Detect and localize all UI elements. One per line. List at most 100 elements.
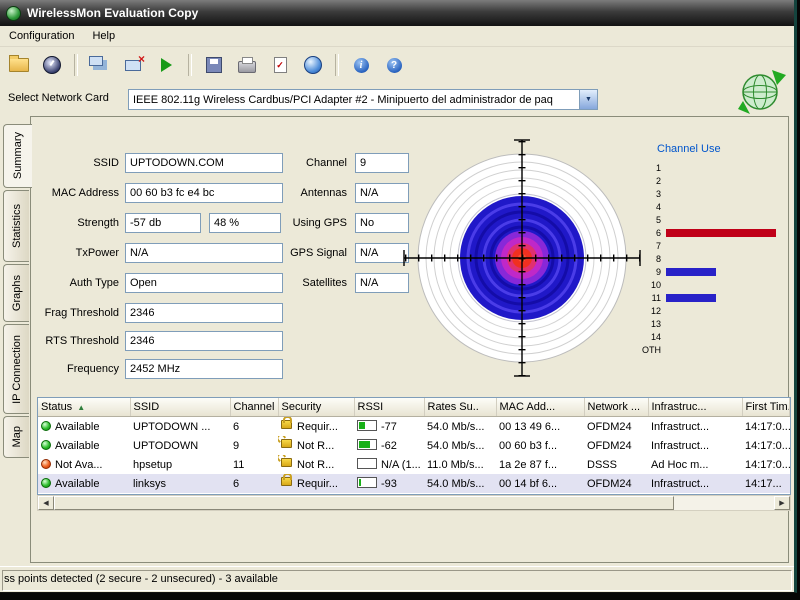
tab-summary[interactable]: Summary — [3, 124, 32, 188]
titlebar[interactable]: WirelessMon Evaluation Copy — [0, 0, 794, 26]
channel-use-title: Channel Use — [657, 143, 721, 155]
network-card-select[interactable]: IEEE 802.11g Wireless Cardbus/PCI Adapte… — [128, 89, 598, 110]
txpower-value[interactable]: N/A — [125, 243, 283, 263]
help-button[interactable] — [380, 51, 408, 79]
toolbar-separator — [188, 54, 192, 76]
info-icon — [354, 58, 369, 73]
reload-adapters-button[interactable] — [86, 51, 114, 79]
tab-label: Statistics — [11, 204, 23, 248]
column-header-status[interactable]: Status — [38, 398, 130, 417]
lock-open-icon — [281, 458, 292, 467]
sort-ascending-icon — [72, 401, 85, 413]
rssi-text: N/A (1... — [381, 459, 421, 471]
network-type-cell: OFDM24 — [584, 436, 648, 455]
status-led-icon — [41, 459, 51, 469]
rssi-text: -62 — [381, 440, 397, 452]
open-file-button[interactable] — [5, 51, 33, 79]
channel-number: 5 — [639, 215, 661, 225]
table-horizontal-scrollbar[interactable] — [37, 495, 791, 511]
channel-row: 5 — [639, 213, 776, 226]
ssid-cell: hpsetup — [130, 455, 230, 474]
rates-cell: 11.0 Mb/s... — [424, 455, 496, 474]
column-header-channel[interactable]: Channel — [230, 398, 278, 417]
status-led-icon — [41, 421, 51, 431]
status-text: Available — [55, 478, 99, 490]
window-title: WirelessMon Evaluation Copy — [27, 6, 198, 20]
save-button[interactable] — [200, 51, 228, 79]
using-gps-label: Using GPS — [271, 213, 347, 233]
channel-row: 8 — [639, 252, 776, 265]
mac-address-cell: 00 60 b3 f... — [496, 436, 584, 455]
web-button[interactable] — [299, 51, 327, 79]
statusbar: ss points detected (2 secure - 2 unsecur… — [0, 566, 794, 592]
menu-configuration[interactable]: Configuration — [0, 27, 83, 45]
strength-db-value[interactable]: -57 db — [125, 213, 201, 233]
report-button[interactable] — [266, 51, 294, 79]
table-row[interactable]: AvailableUPTODOWN9Not R...-6254.0 Mb/s..… — [38, 436, 790, 455]
frag-threshold-value[interactable]: 2346 — [125, 303, 283, 323]
table-row[interactable]: AvailableUPTODOWN ...6Requir...-7754.0 M… — [38, 417, 790, 437]
frag-threshold-label: Frag Threshold — [33, 303, 119, 323]
start-monitor-button[interactable] — [152, 51, 180, 79]
column-header-rates[interactable]: Rates Su.. — [424, 398, 496, 417]
tab-map[interactable]: Map — [3, 416, 29, 458]
channel-number: 12 — [639, 306, 661, 316]
infrastructure-cell: Ad Hoc m... — [648, 455, 742, 474]
table-header-row: StatusSSIDChannelSecurityRSSIRates Su..M… — [38, 398, 790, 417]
column-header-ssid[interactable]: SSID — [130, 398, 230, 417]
rts-threshold-value[interactable]: 2346 — [125, 331, 283, 351]
channel-row: 2 — [639, 174, 776, 187]
frequency-value[interactable]: 2452 MHz — [125, 359, 283, 379]
auth-type-value[interactable]: Open — [125, 273, 283, 293]
network-card-label: Select Network Card — [8, 92, 109, 104]
networks-table: StatusSSIDChannelSecurityRSSIRates Su..M… — [37, 397, 791, 495]
table-row[interactable]: Not Ava...hpsetup11Not R...N/A (1...11.0… — [38, 455, 790, 474]
tab-statistics[interactable]: Statistics — [3, 190, 29, 262]
column-header-first_time[interactable]: First Tim... — [742, 398, 790, 417]
security-text: Not R... — [297, 459, 334, 471]
column-header-rssi[interactable]: RSSI — [354, 398, 424, 417]
scroll-right-button[interactable] — [774, 496, 790, 510]
ssid-cell: linksys — [130, 474, 230, 493]
adapter-remove-icon — [125, 60, 141, 71]
channel-usage-bar — [666, 294, 716, 302]
security-text: Not R... — [297, 440, 334, 452]
column-header-network[interactable]: Network ... — [584, 398, 648, 417]
channel-number: 9 — [639, 267, 661, 277]
channel-cell: 11 — [230, 455, 278, 474]
column-header-infrastructure[interactable]: Infrastruc... — [648, 398, 742, 417]
screen: WirelessMon Evaluation Copy Configuratio… — [0, 0, 800, 600]
menu-help[interactable]: Help — [83, 27, 124, 45]
column-header-security[interactable]: Security — [278, 398, 354, 417]
mac-address-label: MAC Address — [33, 183, 119, 203]
scroll-left-button[interactable] — [38, 496, 54, 510]
printer-icon — [238, 61, 256, 73]
print-button[interactable] — [233, 51, 261, 79]
toolbar — [0, 46, 794, 84]
mac-address-value[interactable]: 00 60 b3 fc e4 bc — [125, 183, 283, 203]
channel-number: 7 — [639, 241, 661, 251]
channel-row: 13 — [639, 317, 776, 330]
dropdown-arrow-icon[interactable] — [579, 90, 597, 109]
tab-label: Summary — [12, 132, 24, 179]
tab-graphs[interactable]: Graphs — [3, 264, 29, 322]
frequency-label: Frequency — [33, 359, 119, 379]
table-row[interactable]: Availablelinksys6Requir...-9354.0 Mb/s..… — [38, 474, 790, 493]
first-time-cell: 14:17:0... — [742, 455, 790, 474]
tab-label: Map — [11, 426, 23, 447]
channel-row: 6 — [639, 226, 776, 239]
gauge-button[interactable] — [38, 51, 66, 79]
channel-number: 11 — [639, 293, 661, 303]
signal-strength-radar — [397, 133, 647, 383]
scroll-thumb[interactable] — [54, 496, 674, 510]
ssid-cell: UPTODOWN — [130, 436, 230, 455]
network-type-cell: DSSS — [584, 455, 648, 474]
ssid-value[interactable]: UPTODOWN.COM — [125, 153, 283, 173]
remove-adapter-button[interactable] — [119, 51, 147, 79]
status-led-icon — [41, 440, 51, 450]
rates-cell: 54.0 Mb/s... — [424, 436, 496, 455]
tab-ip-connection[interactable]: IP Connection — [3, 324, 29, 414]
info-button[interactable] — [347, 51, 375, 79]
column-header-mac[interactable]: MAC Add... — [496, 398, 584, 417]
rates-cell: 54.0 Mb/s... — [424, 417, 496, 437]
